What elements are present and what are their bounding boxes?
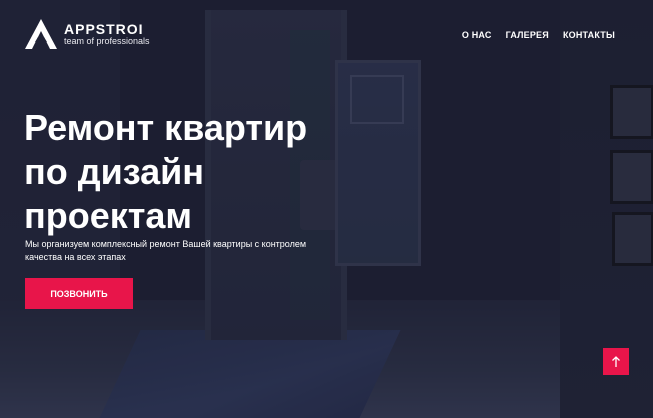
hero-section: APPSTROI team of professionals О НАС ГАЛ… <box>0 0 653 418</box>
title-line: по дизайн <box>24 151 205 192</box>
title-line: Ремонт квартир <box>24 107 308 148</box>
arrow-up-icon <box>612 355 620 367</box>
brand-name: APPSTROI <box>64 20 144 37</box>
title-line: проектам <box>24 195 193 236</box>
nav-about[interactable]: О НАС <box>462 30 492 40</box>
nav-contacts[interactable]: КОНТАКТЫ <box>563 30 615 40</box>
nav-gallery[interactable]: ГАЛЕРЕЯ <box>506 30 549 40</box>
main-nav: О НАС ГАЛЕРЕЯ КОНТАКТЫ <box>462 30 615 40</box>
brand-tagline: team of professionals <box>64 35 150 46</box>
call-button[interactable]: ПОЗВОНИТЬ <box>25 278 133 309</box>
scroll-to-top-button[interactable] <box>603 348 629 375</box>
triangle-logo-icon <box>25 19 57 49</box>
page-title: Ремонт квартир по дизайн проектам <box>24 106 344 238</box>
logo[interactable]: APPSTROI team of professionals <box>24 18 150 50</box>
hero-description: Мы организуем комплексный ремонт Вашей к… <box>25 239 307 262</box>
